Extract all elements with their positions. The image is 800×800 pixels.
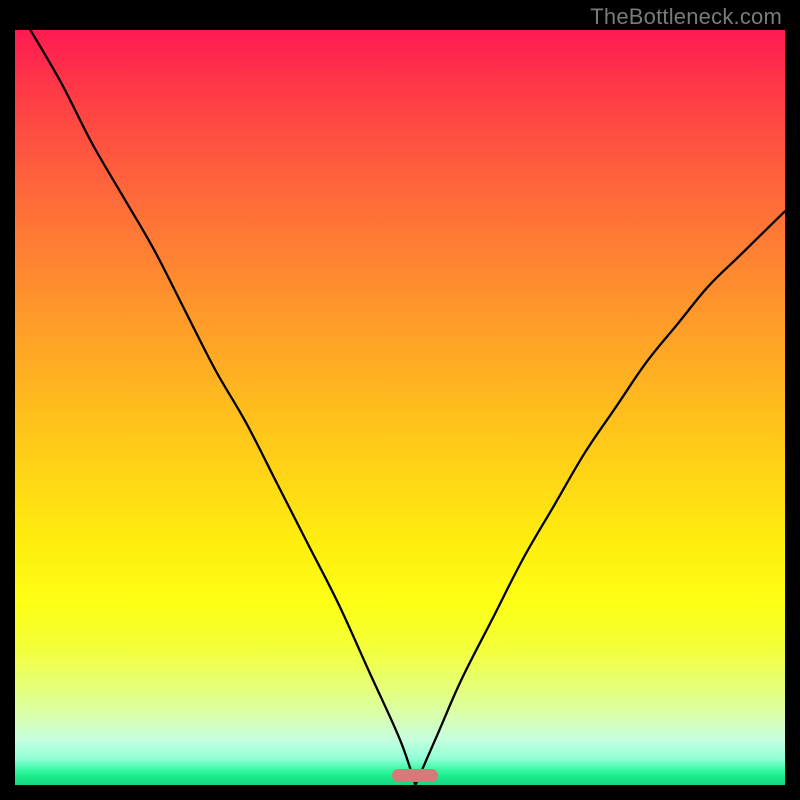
chart-frame: TheBottleneck.com [0, 0, 800, 800]
plot-area [15, 30, 785, 785]
bottleneck-curve [15, 30, 785, 785]
watermark-text: TheBottleneck.com [590, 4, 782, 30]
optimum-marker [392, 769, 438, 782]
curve-path [30, 30, 785, 785]
